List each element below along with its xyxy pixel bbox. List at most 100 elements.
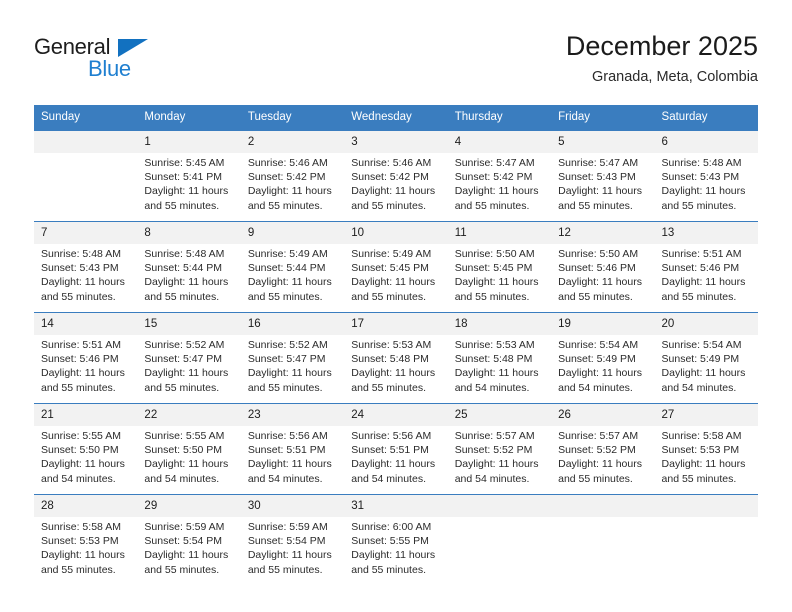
daylight-text-line1: Daylight: 11 hours — [247, 367, 332, 380]
sunset-text: Sunset: 5:55 PM — [351, 535, 429, 548]
daylight-text-line2: and 54 minutes. — [247, 472, 323, 485]
calendar-week-row: 28 Sunrise: 5:58 AM Sunset: 5:53 PM Dayligh… — [34, 494, 758, 585]
daylight-text-line1: Daylight: 11 hours — [558, 367, 642, 380]
sunrise-text: Sunrise: 5:53 AM — [351, 339, 432, 351]
calendar-day-cell[interactable]: 31 Sunrise: 6:00 AM Sunset: 5:55 PM Dayligh… — [344, 494, 448, 585]
sunset-text: Sunset: 5:50 PM — [144, 444, 223, 457]
daylight-text-line2: and 55 minutes. — [144, 290, 220, 303]
day-number: 21 — [34, 404, 138, 426]
calendar-day-cell[interactable]: 2 Sunrise: 5:46 AM Sunset: 5:42 PM Daylight… — [240, 130, 345, 222]
daylight-text-line1: Daylight: 11 hours — [351, 549, 436, 562]
sunset-text: Sunset: 5:45 PM — [454, 262, 533, 275]
calendar-table: Sunday Monday Tuesday Wednesday Thursday… — [34, 105, 758, 585]
calendar-body: 1 Sunrise: 5:45 AM Sunset: 5:41 PM Daylight… — [34, 130, 758, 585]
day-number: 3 — [344, 131, 448, 153]
daylight-text-line1: Daylight: 11 hours — [247, 185, 332, 198]
calendar-day-cell[interactable]: 7 Sunrise: 5:48 AM Sunset: 5:43 PM Daylight… — [34, 221, 138, 313]
sunset-text: Sunset: 5:41 PM — [144, 171, 223, 184]
calendar-day-cell[interactable]: 25 Sunrise: 5:57 AM Sunset: 5:52 PM Dayligh… — [447, 403, 552, 495]
day-details: Sunrise: 5:55 AM Sunset: 5:50 PM Daylight:… — [34, 426, 137, 486]
day-number — [551, 495, 655, 517]
calendar-day-cell[interactable]: 5 Sunrise: 5:47 AM Sunset: 5:43 PM Daylight… — [551, 130, 655, 222]
calendar-day-cell[interactable]: 8 Sunrise: 5:48 AM Sunset: 5:44 PM Daylight… — [137, 221, 241, 313]
sunset-text: Sunset: 5:46 PM — [41, 353, 119, 366]
weekday-header-thursday: Thursday — [447, 105, 552, 131]
daylight-text-line1: Daylight: 11 hours — [144, 276, 229, 289]
day-number: 28 — [34, 495, 138, 517]
daylight-text-line1: Daylight: 11 hours — [454, 276, 539, 289]
sunrise-text: Sunrise: 5:48 AM — [144, 248, 225, 260]
calendar-day-cell[interactable]: 26 Sunrise: 5:57 AM Sunset: 5:52 PM Dayligh… — [551, 403, 655, 495]
day-details: Sunrise: 5:46 AM Sunset: 5:42 PM Daylight:… — [241, 153, 344, 213]
calendar-day-cell[interactable]: 17 Sunrise: 5:53 AM Sunset: 5:48 PM Dayligh… — [344, 312, 448, 404]
day-number: 27 — [654, 404, 758, 426]
calendar-day-cell[interactable]: 16 Sunrise: 5:52 AM Sunset: 5:47 PM Dayligh… — [240, 312, 345, 404]
calendar-day-cell[interactable]: 19 Sunrise: 5:54 AM Sunset: 5:49 PM Dayligh… — [551, 312, 655, 404]
weekday-header-row: Sunday Monday Tuesday Wednesday Thursday… — [34, 105, 758, 131]
calendar-day-cell[interactable]: 6 Sunrise: 5:48 AM Sunset: 5:43 PM Daylight… — [654, 130, 758, 222]
day-details: Sunrise: 5:52 AM Sunset: 5:47 PM Daylight:… — [137, 335, 240, 395]
day-details: Sunrise: 5:56 AM Sunset: 5:51 PM Daylight:… — [344, 426, 447, 486]
day-number: 12 — [551, 222, 655, 244]
sunrise-text: Sunrise: 5:51 AM — [41, 339, 121, 351]
daylight-text-line2: and 55 minutes. — [144, 199, 220, 212]
calendar-day-cell[interactable]: 10 Sunrise: 5:49 AM Sunset: 5:45 PM Dayligh… — [344, 221, 448, 313]
calendar-day-cell[interactable]: 23 Sunrise: 5:56 AM Sunset: 5:51 PM Dayligh… — [240, 403, 345, 495]
calendar-day-cell[interactable]: 9 Sunrise: 5:49 AM Sunset: 5:44 PM Daylight… — [240, 221, 345, 313]
calendar-day-cell[interactable]: 29 Sunrise: 5:59 AM Sunset: 5:54 PM Dayligh… — [137, 494, 241, 585]
daylight-text-line2: and 54 minutes. — [454, 472, 530, 485]
day-details: Sunrise: 5:57 AM Sunset: 5:52 PM Daylight:… — [448, 426, 551, 486]
calendar-day-cell[interactable]: 18 Sunrise: 5:53 AM Sunset: 5:48 PM Dayligh… — [447, 312, 552, 404]
day-details: Sunrise: 5:58 AM Sunset: 5:53 PM Daylight:… — [655, 426, 758, 486]
calendar-day-cell[interactable]: 15 Sunrise: 5:52 AM Sunset: 5:47 PM Dayligh… — [137, 312, 241, 404]
day-number: 23 — [240, 404, 345, 426]
calendar-day-cell[interactable]: 20 Sunrise: 5:54 AM Sunset: 5:49 PM Dayligh… — [654, 312, 758, 404]
day-number — [447, 495, 552, 517]
sunset-text: Sunset: 5:49 PM — [558, 353, 636, 366]
day-details: Sunrise: 5:54 AM Sunset: 5:49 PM Daylight:… — [655, 335, 758, 395]
daylight-text-line2: and 54 minutes. — [454, 381, 530, 394]
day-details: Sunrise: 5:56 AM Sunset: 5:51 PM Daylight:… — [241, 426, 344, 486]
calendar-day-cell[interactable]: 3 Sunrise: 5:46 AM Sunset: 5:42 PM Daylight… — [344, 130, 448, 222]
daylight-text-line2: and 55 minutes. — [558, 290, 633, 303]
calendar-day-cell[interactable]: 22 Sunrise: 5:55 AM Sunset: 5:50 PM Dayligh… — [137, 403, 241, 495]
day-details: Sunrise: 5:53 AM Sunset: 5:48 PM Daylight:… — [448, 335, 551, 395]
sunset-text: Sunset: 5:42 PM — [247, 171, 326, 184]
day-details: Sunrise: 5:47 AM Sunset: 5:42 PM Daylight:… — [448, 153, 551, 213]
daylight-text-line2: and 55 minutes. — [144, 563, 220, 576]
calendar-page: General Blue December 2025 Granada, Meta… — [0, 0, 792, 612]
calendar-day-cell[interactable]: 27 Sunrise: 5:58 AM Sunset: 5:53 PM Dayligh… — [654, 403, 758, 495]
general-blue-logo[interactable]: General Blue — [34, 34, 164, 86]
calendar-day-cell[interactable]: 24 Sunrise: 5:56 AM Sunset: 5:51 PM Dayligh… — [344, 403, 448, 495]
daylight-text-line2: and 55 minutes. — [41, 290, 116, 303]
day-number: 25 — [447, 404, 552, 426]
day-number: 10 — [344, 222, 448, 244]
calendar-day-cell[interactable]: 21 Sunrise: 5:55 AM Sunset: 5:50 PM Dayligh… — [34, 403, 138, 495]
calendar-day-cell[interactable]: 4 Sunrise: 5:47 AM Sunset: 5:42 PM Daylight… — [447, 130, 552, 222]
day-number: 7 — [34, 222, 138, 244]
daylight-text-line2: and 54 minutes. — [558, 381, 633, 394]
calendar-day-cell[interactable]: 30 Sunrise: 5:59 AM Sunset: 5:54 PM Dayligh… — [240, 494, 345, 585]
day-number: 8 — [137, 222, 241, 244]
sunrise-text: Sunrise: 5:55 AM — [144, 430, 225, 442]
daylight-text-line2: and 55 minutes. — [247, 199, 323, 212]
sunset-text: Sunset: 5:54 PM — [247, 535, 326, 548]
sunset-text: Sunset: 5:44 PM — [247, 262, 326, 275]
sunrise-text: Sunrise: 5:52 AM — [144, 339, 225, 351]
day-details: Sunrise: 5:59 AM Sunset: 5:54 PM Daylight:… — [241, 517, 344, 577]
calendar-day-cell[interactable]: 13 Sunrise: 5:51 AM Sunset: 5:46 PM Dayligh… — [654, 221, 758, 313]
sunrise-text: Sunrise: 5:58 AM — [41, 521, 121, 533]
calendar-day-cell[interactable]: 28 Sunrise: 5:58 AM Sunset: 5:53 PM Dayligh… — [34, 494, 138, 585]
calendar-day-cell[interactable]: 14 Sunrise: 5:51 AM Sunset: 5:46 PM Dayligh… — [34, 312, 138, 404]
day-details: Sunrise: 5:45 AM Sunset: 5:41 PM Daylight:… — [137, 153, 240, 213]
daylight-text-line2: and 54 minutes. — [144, 472, 220, 485]
sunset-text: Sunset: 5:50 PM — [41, 444, 119, 457]
sunrise-text: Sunrise: 5:54 AM — [661, 339, 742, 351]
day-details: Sunrise: 5:51 AM Sunset: 5:46 PM Daylight:… — [655, 244, 758, 304]
sunset-text: Sunset: 5:43 PM — [558, 171, 636, 184]
calendar-day-cell[interactable]: 11 Sunrise: 5:50 AM Sunset: 5:45 PM Dayligh… — [447, 221, 552, 313]
calendar-day-cell[interactable]: 12 Sunrise: 5:50 AM Sunset: 5:46 PM Dayligh… — [551, 221, 655, 313]
daylight-text-line2: and 55 minutes. — [247, 381, 323, 394]
day-number: 31 — [344, 495, 448, 517]
calendar-day-cell[interactable]: 1 Sunrise: 5:45 AM Sunset: 5:41 PM Daylight… — [137, 130, 241, 222]
